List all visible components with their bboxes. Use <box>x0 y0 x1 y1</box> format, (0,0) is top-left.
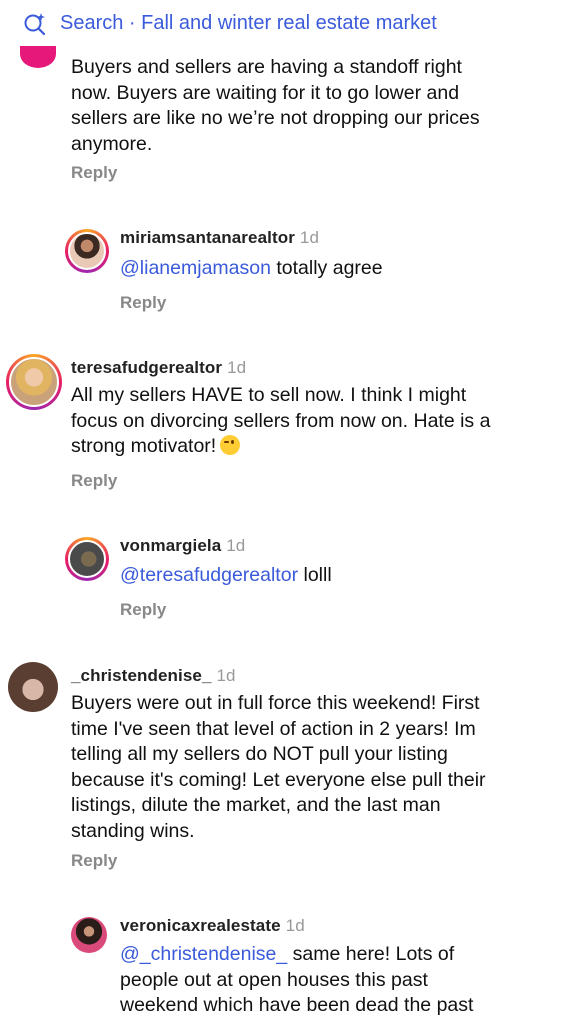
comment-text: @_christendenise_ same here! Lots of peo… <box>120 943 474 1016</box>
avatar[interactable] <box>65 229 109 273</box>
reply-button[interactable]: Reply <box>120 293 166 313</box>
comment-text: @teresafudgerealtor lolll <box>120 564 332 586</box>
comment-text: @lianemjamason totally agree <box>120 257 383 279</box>
comment-username[interactable]: vonmargiela 1d <box>120 536 245 556</box>
search-bar[interactable]: Search · Fall and winter real estate mar… <box>0 0 585 46</box>
reply-button[interactable]: Reply <box>71 163 117 183</box>
avatar[interactable] <box>65 537 109 581</box>
reply-button[interactable]: Reply <box>120 600 166 620</box>
reply-button[interactable]: Reply <box>71 851 117 871</box>
winking-face-icon <box>220 435 241 455</box>
comment-username[interactable]: teresafudgerealtor 1d <box>71 358 246 378</box>
avatar[interactable] <box>8 662 58 712</box>
comment-username[interactable]: _christendenise_ 1d <box>71 666 236 686</box>
avatar[interactable] <box>71 917 107 953</box>
comment-text: Buyers were out in full force this weeke… <box>71 692 486 842</box>
avatar[interactable] <box>6 354 62 410</box>
search-query[interactable]: Search · Fall and winter real estate mar… <box>60 12 437 35</box>
comment-username[interactable]: veronicaxrealestate 1d <box>120 916 305 936</box>
mention-link[interactable]: @lianemjamason <box>120 257 271 279</box>
comment-username[interactable]: miriamsantanarealtor 1d <box>120 228 319 248</box>
mention-link[interactable]: @teresafudgerealtor <box>120 564 298 586</box>
reply-button[interactable]: Reply <box>71 471 117 491</box>
comment-text: Buyers and sellers are having a standoff… <box>71 56 480 155</box>
comment-text: All my sellers HAVE to sell now. I think… <box>71 384 491 457</box>
search-sparkle-icon <box>24 13 46 36</box>
mention-link[interactable]: @_christendenise_ <box>120 943 287 965</box>
